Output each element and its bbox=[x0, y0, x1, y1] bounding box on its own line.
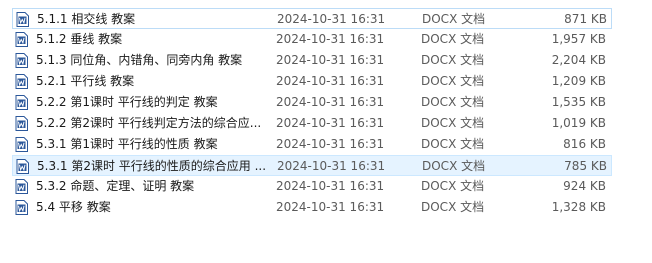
file-row[interactable]: 5.2.2 第1课时 平行线的判定 教案 2024-10-31 16:31 DO… bbox=[12, 92, 612, 113]
word-doc-icon bbox=[15, 74, 28, 89]
file-type: DOCX 文档 bbox=[422, 12, 486, 26]
file-modified-date: 2024-10-31 16:31 bbox=[276, 53, 385, 67]
file-name: 5.3.1 第2课时 平行线的性质的综合应用 ... bbox=[37, 159, 265, 173]
file-name: 5.2.2 第2课时 平行线判定方法的综合应... bbox=[36, 116, 262, 130]
file-size: 785 KB bbox=[564, 159, 607, 173]
file-size: 2,204 KB bbox=[551, 53, 606, 67]
file-row[interactable]: 5.1.2 垂线 教案 2024-10-31 16:31 DOCX 文档 1,9… bbox=[12, 29, 612, 50]
file-type: DOCX 文档 bbox=[421, 32, 485, 46]
file-type: DOCX 文档 bbox=[421, 179, 485, 193]
file-modified-date: 2024-10-31 16:31 bbox=[276, 116, 385, 130]
file-type: DOCX 文档 bbox=[421, 200, 485, 214]
file-size: 816 KB bbox=[563, 137, 606, 151]
file-modified-date: 2024-10-31 16:31 bbox=[277, 12, 386, 26]
word-doc-icon bbox=[15, 32, 28, 47]
file-name: 5.1.2 垂线 教案 bbox=[36, 32, 123, 46]
file-type: DOCX 文档 bbox=[421, 53, 485, 67]
word-doc-icon bbox=[15, 179, 28, 194]
file-modified-date: 2024-10-31 16:31 bbox=[276, 179, 385, 193]
file-list: 5.1.1 相交线 教案 2024-10-31 16:31 DOCX 文档 87… bbox=[0, 0, 652, 263]
file-row[interactable]: 5.2.1 平行线 教案 2024-10-31 16:31 DOCX 文档 1,… bbox=[12, 71, 612, 92]
word-doc-icon bbox=[15, 200, 28, 215]
file-type: DOCX 文档 bbox=[422, 159, 486, 173]
word-doc-icon bbox=[15, 53, 28, 68]
file-type: DOCX 文档 bbox=[421, 95, 485, 109]
file-row[interactable]: 5.3.2 命题、定理、证明 教案 2024-10-31 16:31 DOCX … bbox=[12, 176, 612, 197]
file-row[interactable]: 5.1.1 相交线 教案 2024-10-31 16:31 DOCX 文档 87… bbox=[12, 8, 612, 29]
file-type: DOCX 文档 bbox=[421, 74, 485, 88]
file-size: 1,328 KB bbox=[551, 200, 606, 214]
file-name: 5.4 平移 教案 bbox=[36, 200, 111, 214]
file-row[interactable]: 5.2.2 第2课时 平行线判定方法的综合应... 2024-10-31 16:… bbox=[12, 113, 612, 134]
file-size: 871 KB bbox=[564, 12, 607, 26]
file-size: 1,019 KB bbox=[551, 116, 606, 130]
word-doc-icon bbox=[15, 116, 28, 131]
file-row[interactable]: 5.4 平移 教案 2024-10-31 16:31 DOCX 文档 1,328… bbox=[12, 197, 612, 218]
file-type: DOCX 文档 bbox=[421, 116, 485, 130]
word-doc-icon bbox=[16, 159, 29, 174]
file-size: 1,535 KB bbox=[551, 95, 606, 109]
word-doc-icon bbox=[15, 95, 28, 110]
file-name: 5.1.1 相交线 教案 bbox=[37, 12, 136, 26]
file-row[interactable]: 5.3.1 第1课时 平行线的性质 教案 2024-10-31 16:31 DO… bbox=[12, 134, 612, 155]
file-name: 5.3.2 命题、定理、证明 教案 bbox=[36, 179, 195, 193]
file-modified-date: 2024-10-31 16:31 bbox=[277, 159, 386, 173]
file-modified-date: 2024-10-31 16:31 bbox=[276, 74, 385, 88]
file-size: 924 KB bbox=[563, 179, 606, 193]
file-modified-date: 2024-10-31 16:31 bbox=[276, 32, 385, 46]
file-name: 5.1.3 同位角、内错角、同旁内角 教案 bbox=[36, 53, 243, 67]
file-modified-date: 2024-10-31 16:31 bbox=[276, 200, 385, 214]
file-modified-date: 2024-10-31 16:31 bbox=[276, 95, 385, 109]
file-name: 5.2.2 第1课时 平行线的判定 教案 bbox=[36, 95, 218, 109]
file-row-selected[interactable]: 5.3.1 第2课时 平行线的性质的综合应用 ... 2024-10-31 16… bbox=[12, 155, 612, 176]
word-doc-icon bbox=[15, 137, 28, 152]
file-type: DOCX 文档 bbox=[421, 137, 485, 151]
file-size: 1,209 KB bbox=[551, 74, 606, 88]
file-name: 5.2.1 平行线 教案 bbox=[36, 74, 135, 88]
file-name: 5.3.1 第1课时 平行线的性质 教案 bbox=[36, 137, 218, 151]
word-doc-icon bbox=[16, 12, 29, 27]
file-size: 1,957 KB bbox=[551, 32, 606, 46]
file-row[interactable]: 5.1.3 同位角、内错角、同旁内角 教案 2024-10-31 16:31 D… bbox=[12, 50, 612, 71]
file-modified-date: 2024-10-31 16:31 bbox=[276, 137, 385, 151]
